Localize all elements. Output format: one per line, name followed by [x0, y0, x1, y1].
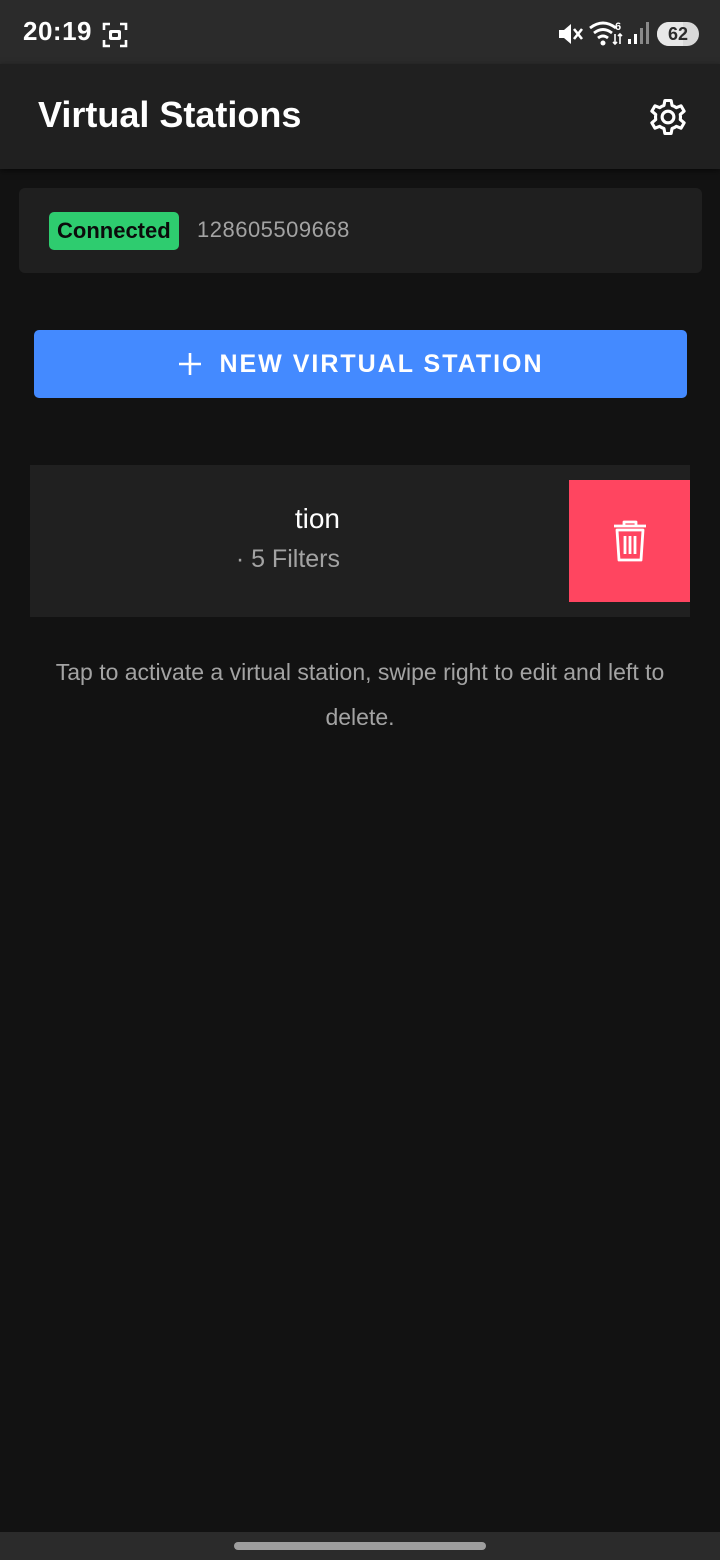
wifi-icon: 6 — [588, 19, 624, 52]
status-badge: Connected — [49, 212, 179, 250]
battery-icon: 62 — [657, 22, 699, 46]
station-name: tion — [294, 503, 340, 534]
home-indicator[interactable] — [234, 1542, 486, 1550]
navigation-bar — [0, 1532, 720, 1560]
plus-icon — [177, 351, 203, 377]
new-virtual-station-button[interactable]: NEW VIRTUAL STATION — [34, 330, 687, 398]
signal-icon — [627, 20, 651, 51]
battery-level: 62 — [667, 24, 689, 44]
screen-record-icon — [101, 21, 129, 54]
hint-text: Tap to activate a virtual station, swipe… — [55, 659, 665, 730]
delete-station-button[interactable] — [569, 480, 690, 602]
settings-button[interactable] — [640, 89, 696, 145]
status-time: 20:19 — [23, 16, 92, 46]
station-content[interactable]: tion · 5 Filters — [30, 465, 340, 617]
wifi-badge: 6 — [615, 21, 621, 33]
station-list-item[interactable]: tion · 5 Filters — [30, 465, 690, 617]
app-bar: Virtual Stations — [0, 64, 720, 169]
gear-icon — [650, 98, 686, 136]
status-bar: 20:19 6 62 — [0, 0, 720, 64]
mute-icon — [556, 21, 584, 52]
connection-card: Connected 128605509668 — [19, 188, 702, 273]
device-id: 128605509668 — [197, 217, 350, 242]
page-title: Virtual Stations — [38, 94, 302, 135]
station-meta: · 5 Filters — [235, 545, 340, 573]
trash-icon — [613, 520, 646, 562]
screen: 20:19 6 62 Virtual Stations Connected 12… — [0, 0, 720, 1560]
new-station-label: NEW VIRTUAL STATION — [219, 349, 544, 378]
